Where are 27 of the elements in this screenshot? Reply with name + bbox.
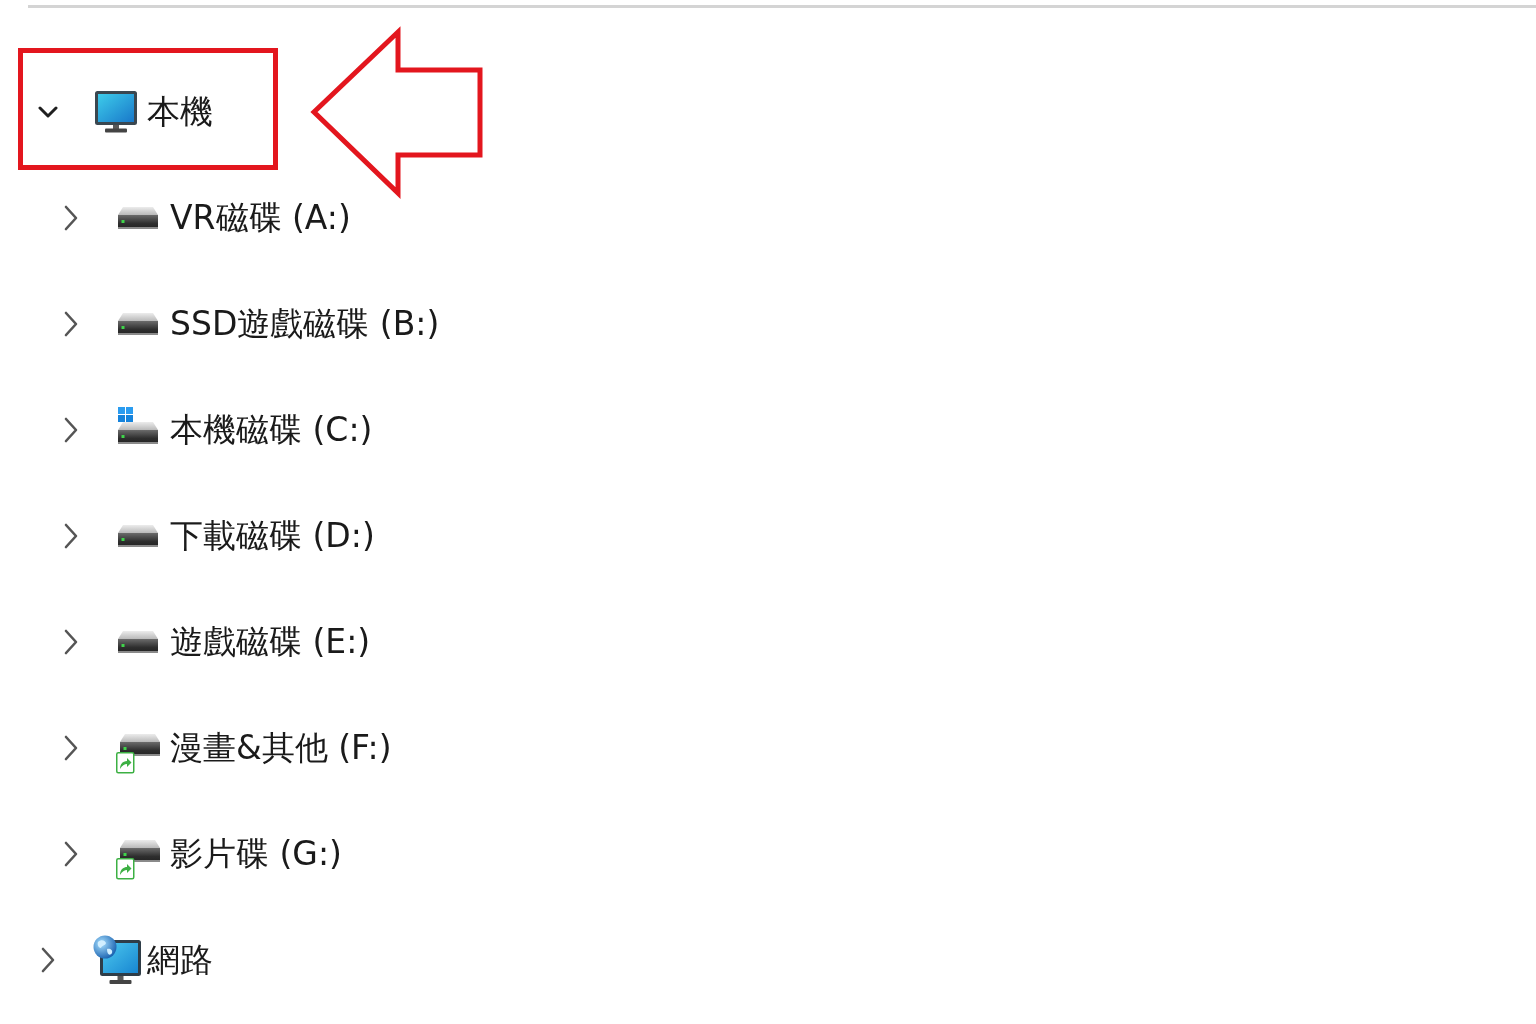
tree-item-label[interactable]: 漫畫&其他 (F:) [170,728,392,768]
chevron-down-icon[interactable] [38,106,58,118]
monitor-icon [95,91,137,133]
chevron-right-icon[interactable] [64,629,78,655]
drive-icon [118,631,158,653]
tree-item-label[interactable]: VR磁碟 (A:) [170,198,351,238]
drive-grid-logo-icon [118,406,158,444]
chevron-right-icon[interactable] [64,417,78,443]
drive-icon [118,525,158,547]
tree-item-label[interactable]: 網路 [147,940,213,980]
chevron-right-icon[interactable] [64,735,78,761]
globe-monitor-icon [93,935,141,985]
chevron-right-icon[interactable] [64,205,78,231]
tree-item-label[interactable]: 影片碟 (G:) [170,834,342,874]
tree-item-label[interactable]: 本機磁碟 (C:) [170,410,373,450]
drive-share-arrow-icon [116,734,160,774]
drive-share-arrow-icon [116,840,160,880]
chevron-right-icon[interactable] [64,523,78,549]
tree-item-label[interactable]: SSD遊戲磁碟 (B:) [170,304,440,344]
chevron-right-icon[interactable] [41,947,55,973]
drive-icon [118,313,158,335]
tree-item-label[interactable]: 本機 [147,92,213,132]
chevron-right-icon[interactable] [64,841,78,867]
chevron-right-icon[interactable] [64,311,78,337]
tree-item-label[interactable]: 下載磁碟 (D:) [170,516,375,556]
drive-icon [118,207,158,229]
tree-item-label[interactable]: 遊戲磁碟 (E:) [170,622,371,662]
